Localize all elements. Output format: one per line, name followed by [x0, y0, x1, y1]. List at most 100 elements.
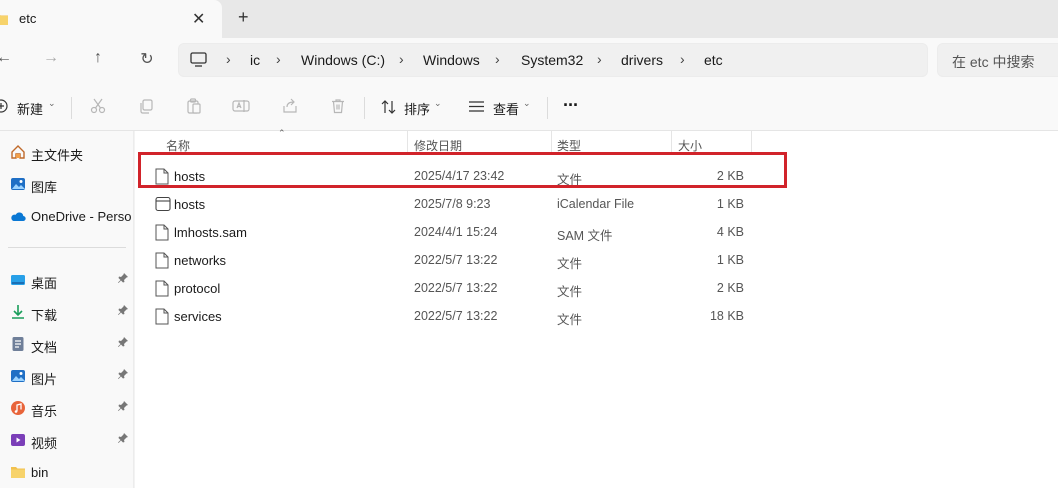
cut-icon[interactable]	[89, 98, 107, 116]
up-button[interactable]: ↑	[86, 49, 110, 67]
file-name: networks	[174, 253, 227, 268]
file-size: 4 KB	[716, 225, 744, 239]
breadcrumb-system32[interactable]: System32	[521, 52, 583, 68]
sidebar-item-label: OneDrive - Perso	[31, 209, 131, 224]
close-tab-icon[interactable]: ✕	[192, 9, 205, 29]
breadcrumb-windows-c[interactable]: Windows (C:)	[301, 52, 385, 68]
file-row-lmhosts[interactable]: lmhosts.sam 2024/4/1 15:24 SAM 文件 4 KB	[135, 218, 1058, 246]
search-box[interactable]: 在 etc 中搜索	[937, 43, 1058, 77]
command-bar: 新建 ⌄ 排序 ⌄ 查看 ⌄ ···	[0, 84, 1058, 131]
pin-icon[interactable]	[118, 305, 128, 318]
sidebar-item-label: 图库	[31, 180, 58, 195]
forward-button[interactable]: →	[39, 49, 63, 67]
file-date: 2022/5/7 13:22	[414, 281, 498, 295]
computer-icon	[190, 52, 207, 70]
more-options-button[interactable]: ···	[563, 95, 579, 116]
breadcrumb-separator: ›	[226, 51, 231, 67]
sidebar-item-gallery[interactable]: 图库	[0, 170, 134, 198]
pin-icon[interactable]	[118, 369, 128, 382]
sidebar-item-pictures[interactable]: 图片	[0, 362, 134, 390]
pin-icon[interactable]	[118, 401, 128, 414]
sidebar-item-label: 桌面	[31, 276, 58, 291]
sidebar-item-videos[interactable]: 视频	[0, 426, 134, 454]
sidebar-item-label: bin	[31, 465, 49, 480]
folder-icon	[10, 464, 26, 480]
file-row-services[interactable]: services 2022/5/7 13:22 文件 18 KB	[135, 302, 1058, 330]
sort-button[interactable]: 排序	[404, 99, 430, 118]
sort-icon	[381, 99, 397, 118]
navigation-pane: 主文件夹 图库 OneDrive - Perso 桌面 下载 文档 图片 音乐 …	[0, 131, 134, 488]
file-icon	[155, 280, 169, 300]
delete-icon[interactable]	[329, 98, 347, 116]
sidebar-item-label: 音乐	[31, 404, 58, 419]
sidebar-item-onedrive[interactable]: OneDrive - Perso	[0, 202, 134, 230]
home-icon	[10, 144, 26, 160]
sidebar-item-home[interactable]: 主文件夹	[0, 138, 134, 166]
chevron-down-icon: ⌄	[48, 98, 56, 108]
file-row-hosts-ics[interactable]: hosts 2025/7/8 9:23 iCalendar File 1 KB	[135, 190, 1058, 218]
file-type: 文件	[557, 313, 583, 327]
tab-etc[interactable]: etc ✕	[0, 0, 222, 38]
back-button[interactable]: ←	[0, 49, 16, 67]
new-button[interactable]: 新建	[17, 99, 43, 118]
tab-strip: etc ✕ +	[0, 0, 1058, 38]
copy-icon[interactable]	[137, 98, 155, 116]
music-icon	[10, 400, 26, 416]
divider	[71, 97, 72, 119]
tab-title: etc	[19, 11, 37, 26]
gallery-icon	[10, 176, 26, 192]
file-row-networks[interactable]: networks 2022/5/7 13:22 文件 1 KB	[135, 246, 1058, 274]
rename-icon[interactable]	[232, 98, 250, 116]
onedrive-icon	[10, 208, 26, 224]
file-size: 1 KB	[716, 197, 744, 211]
breadcrumb-ic[interactable]: ic	[250, 52, 260, 68]
file-date: 2022/5/7 13:22	[414, 309, 498, 323]
file-size: 1 KB	[716, 253, 744, 267]
breadcrumb-etc[interactable]: etc	[704, 52, 723, 68]
highlight-box	[138, 152, 787, 188]
file-icon	[155, 308, 169, 328]
view-button[interactable]: 查看	[493, 99, 519, 118]
sidebar-item-bin[interactable]: bin	[0, 458, 134, 486]
breadcrumb-separator: ›	[276, 51, 281, 67]
breadcrumb-separator: ›	[495, 51, 500, 67]
new-icon	[0, 99, 8, 116]
pin-icon[interactable]	[118, 273, 128, 286]
file-date: 2025/7/8 9:23	[414, 197, 491, 211]
file-type: 文件	[557, 257, 583, 271]
documents-icon	[10, 336, 26, 352]
sidebar-item-music[interactable]: 音乐	[0, 394, 134, 422]
file-row-protocol[interactable]: protocol 2022/5/7 13:22 文件 2 KB	[135, 274, 1058, 302]
file-icon	[155, 224, 169, 244]
pin-icon[interactable]	[118, 337, 128, 350]
divider	[364, 97, 365, 119]
sidebar-item-documents[interactable]: 文档	[0, 330, 134, 358]
breadcrumb-separator: ›	[597, 51, 602, 67]
file-date: 2024/4/1 15:24	[414, 225, 498, 239]
address-bar[interactable]: › ic › Windows (C:) › Windows › System32…	[178, 43, 928, 77]
navigation-bar: ← → ↑ ↻ › ic › Windows (C:) › Windows › …	[0, 38, 1058, 84]
download-icon	[10, 304, 26, 320]
breadcrumb-windows[interactable]: Windows	[423, 52, 480, 68]
divider	[547, 97, 548, 119]
sidebar-item-desktop[interactable]: 桌面	[0, 266, 134, 294]
paste-icon[interactable]	[185, 98, 203, 116]
view-icon	[468, 100, 485, 116]
sort-ascending-icon: ⌃	[278, 128, 286, 138]
file-name: services	[174, 309, 222, 324]
sidebar-item-label: 下载	[31, 308, 58, 323]
refresh-button[interactable]: ↻	[135, 49, 159, 69]
new-tab-button[interactable]: +	[238, 7, 249, 28]
calendar-file-icon	[155, 196, 171, 215]
file-type: iCalendar File	[557, 197, 635, 211]
share-icon[interactable]	[281, 98, 299, 116]
pin-icon[interactable]	[118, 433, 128, 446]
file-name: protocol	[174, 281, 221, 296]
sidebar-item-downloads[interactable]: 下载	[0, 298, 134, 326]
breadcrumb-drivers[interactable]: drivers	[621, 52, 663, 68]
sidebar-item-label: 视频	[31, 436, 58, 451]
file-size: 18 KB	[709, 309, 744, 323]
desktop-icon	[10, 272, 26, 288]
file-type: 文件	[557, 285, 583, 299]
sidebar-divider	[8, 247, 126, 248]
